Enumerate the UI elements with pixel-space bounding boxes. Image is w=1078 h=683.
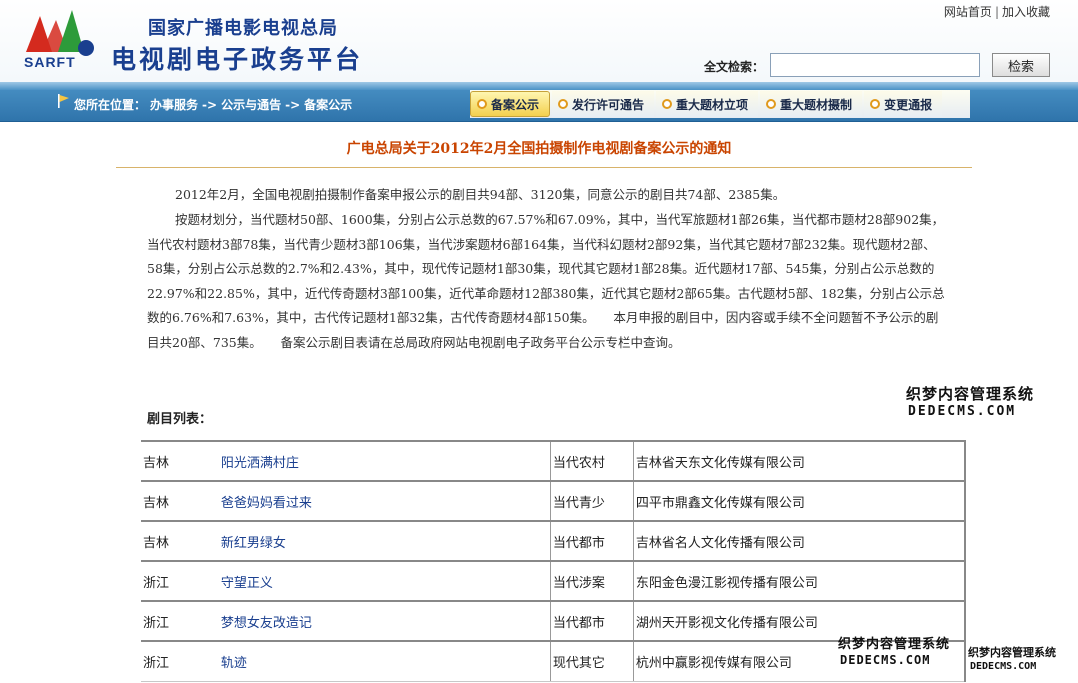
tab-major-topic-approval[interactable]: 重大题材立项 (656, 91, 759, 117)
drama-list-title: 剧目列表： (147, 412, 213, 427)
table-row: 浙江 守望正义 当代涉案 东阳金色漫江影视传播有限公司 (141, 560, 966, 602)
drama-title-link[interactable]: 轨迹 (221, 656, 247, 671)
watermark-cn: 织梦内容管理系统 (968, 646, 1056, 659)
province-cell: 浙江 (141, 600, 219, 642)
tab-filing-notice[interactable]: 备案公示 (470, 91, 551, 117)
watermark-en: DEDECMS.COM (840, 653, 931, 667)
tab-bar: 备案公示 发行许可通告 重大题材立项 重大题材摄制 变更通报 (470, 90, 944, 118)
company-cell: 东阳金色漫江影视传播有限公司 (633, 560, 966, 602)
title-cell: 新红男绿女 (218, 520, 551, 562)
title-cell: 阳光洒满村庄 (218, 440, 551, 482)
breadcrumb: 您所在位置： 办事服务 -> 公示与通告 -> 备案公示 (74, 96, 356, 113)
genre-cell: 当代青少 (550, 480, 634, 522)
watermark-cn: 织梦内容管理系统 (838, 637, 951, 652)
province-cell: 吉林 (141, 440, 219, 482)
drama-title-link[interactable]: 梦想女友改造记 (221, 616, 312, 631)
search-label: 全文检索： (704, 60, 765, 74)
title-cell: 轨迹 (218, 640, 551, 682)
drama-title-link[interactable]: 新红男绿女 (221, 536, 286, 551)
company-cell: 吉林省名人文化传播有限公司 (633, 520, 966, 562)
table-row: 吉林 新红男绿女 当代都市 吉林省名人文化传播有限公司 (141, 520, 966, 562)
platform-name: 电视剧电子政务平台 (111, 45, 364, 74)
province-cell: 浙江 (141, 640, 219, 682)
article-paragraph: 按题材划分，当代题材50部、1600集，分别占公示总数的67.57%和67.09… (147, 212, 945, 350)
table-row: 吉林 阳光洒满村庄 当代农村 吉林省天东文化传媒有限公司 (141, 440, 966, 482)
genre-cell: 当代都市 (550, 520, 634, 562)
circle-icon (662, 99, 673, 109)
genre-cell: 当代农村 (550, 440, 634, 482)
article-title: 广电总局关于2012年2月全国拍摄制作电视剧备案公示的通知 (346, 141, 732, 157)
province-cell: 浙江 (141, 560, 219, 602)
search-input[interactable] (770, 53, 980, 77)
watermark-en: DEDECMS.COM (970, 661, 1037, 672)
breadcrumb-item[interactable]: 备案公示 (304, 98, 352, 112)
watermark-en: DEDECMS.COM (908, 404, 1017, 419)
breadcrumb-item[interactable]: 公示与通告 (221, 98, 281, 112)
genre-cell: 现代其它 (550, 640, 634, 682)
logo-text: SARFT (24, 54, 76, 70)
circle-icon (558, 99, 569, 109)
province-cell: 吉林 (141, 480, 219, 522)
link-separator: | (994, 5, 999, 19)
title-cell: 梦想女友改造记 (218, 600, 551, 642)
circle-icon (766, 99, 777, 109)
title-cell: 爸爸妈妈看过来 (218, 480, 551, 522)
drama-title-link[interactable]: 守望正义 (221, 576, 273, 591)
tab-change-notice[interactable]: 变更通报 (864, 91, 943, 117)
province-cell: 吉林 (141, 520, 219, 562)
home-link[interactable]: 网站首页 (944, 5, 992, 19)
tab-distribution-license[interactable]: 发行许可通告 (552, 91, 655, 117)
add-favorite-link[interactable]: 加入收藏 (1002, 5, 1050, 19)
tab-major-topic-production[interactable]: 重大题材摄制 (760, 91, 863, 117)
table-row: 吉林 爸爸妈妈看过来 当代青少 四平市鼎鑫文化传媒有限公司 (141, 480, 966, 522)
genre-cell: 当代都市 (550, 600, 634, 642)
location-label: 您所在位置： (74, 98, 147, 112)
circle-icon (477, 99, 487, 109)
watermark-cn: 织梦内容管理系统 (906, 385, 1035, 403)
nav-bar-highlight (0, 82, 1078, 90)
company-cell: 四平市鼎鑫文化传媒有限公司 (633, 480, 966, 522)
flag-icon (58, 94, 69, 108)
company-cell: 吉林省天东文化传媒有限公司 (633, 440, 966, 482)
drama-title-link[interactable]: 爸爸妈妈看过来 (221, 496, 312, 511)
title-cell: 守望正义 (218, 560, 551, 602)
org-name: 国家广播电影电视总局 (148, 18, 338, 39)
drama-title-link[interactable]: 阳光洒满村庄 (221, 456, 299, 471)
circle-icon (870, 99, 881, 109)
breadcrumb-arrow: -> (285, 98, 301, 112)
breadcrumb-arrow: -> (202, 98, 218, 112)
search-button[interactable]: 检索 (992, 53, 1050, 77)
top-links: 网站首页 | 加入收藏 (944, 3, 1050, 20)
breadcrumb-item[interactable]: 办事服务 (150, 98, 198, 112)
article-paragraph: 2012年2月，全国电视剧拍摄制作备案申报公示的剧目共94部、3120集，同意公… (175, 187, 786, 202)
genre-cell: 当代涉案 (550, 560, 634, 602)
title-divider (116, 167, 972, 168)
